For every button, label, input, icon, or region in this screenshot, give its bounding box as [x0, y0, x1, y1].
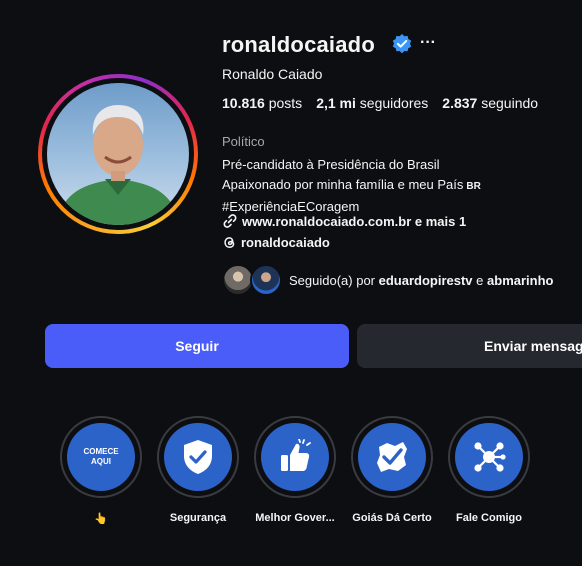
highlight-goias-da-certo[interactable]: Goiás Dá Certo [349, 416, 435, 524]
mutual-followers-avatars[interactable] [222, 264, 284, 296]
link-icon [223, 214, 237, 228]
verified-badge-icon [392, 34, 412, 54]
profile-avatar[interactable] [38, 74, 198, 234]
highlight-label: Melhor Gover... [255, 512, 335, 524]
mutual-follower-name: abmarinho [487, 273, 554, 288]
mutual-follower-name: eduardopirestv [378, 273, 473, 288]
highlight-seguranca[interactable]: Segurança [155, 416, 241, 524]
mutual-follower-avatar [250, 264, 282, 296]
avatar-photo [47, 83, 189, 225]
followers-stat[interactable]: 2,1 mi seguidores [316, 95, 428, 111]
more-options-icon[interactable]: ··· [420, 34, 436, 52]
follow-button[interactable]: Seguir [45, 324, 349, 368]
message-button[interactable]: Enviar mensagem [357, 324, 582, 368]
highlight-label: Segurança [169, 512, 227, 524]
profile-bio: Pré-candidato à Presidência do Brasil Ap… [222, 155, 481, 217]
highlight-melhor-governo[interactable]: Melhor Gover... [252, 416, 338, 524]
highlight-cover: COMECE AQUI [67, 423, 135, 491]
followed-by-text[interactable]: Seguido(a) por eduardopirestv e abmarinh… [289, 273, 554, 288]
highlight-label: Fale Comigo [455, 512, 522, 524]
profile-stats: 10.816 posts 2,1 mi seguidores 2.837 seg… [222, 95, 538, 111]
username[interactable]: ronaldocaiado [222, 32, 375, 58]
highlight-comece-aqui[interactable]: COMECE AQUI 👆 [58, 416, 144, 525]
highlight-label: 👆 [94, 513, 108, 525]
following-stat[interactable]: 2.837 seguindo [442, 95, 538, 111]
full-name: Ronaldo Caiado [222, 66, 323, 82]
network-icon [474, 442, 506, 472]
threads-link[interactable]: ronaldocaiado [222, 235, 330, 250]
thumbs-up-icon [281, 439, 311, 471]
highlight-fale-comigo[interactable]: Fale Comigo [446, 416, 532, 524]
brazil-flag-badge: BR [466, 181, 481, 192]
goias-map-check-icon [377, 442, 407, 472]
posts-stat[interactable]: 10.816 posts [222, 95, 302, 111]
bio-line-2: Apaixonado por minha família e meu País B… [222, 177, 481, 192]
highlight-label: Goiás Dá Certo [352, 512, 432, 524]
bio-line-1: Pré-candidato à Presidência do Brasil [222, 157, 440, 172]
profile-link[interactable]: www.ronaldocaiado.com.br e mais 1 [222, 213, 466, 229]
profile-category: Político [222, 134, 265, 149]
shield-check-icon [184, 440, 212, 474]
threads-icon [224, 237, 235, 248]
